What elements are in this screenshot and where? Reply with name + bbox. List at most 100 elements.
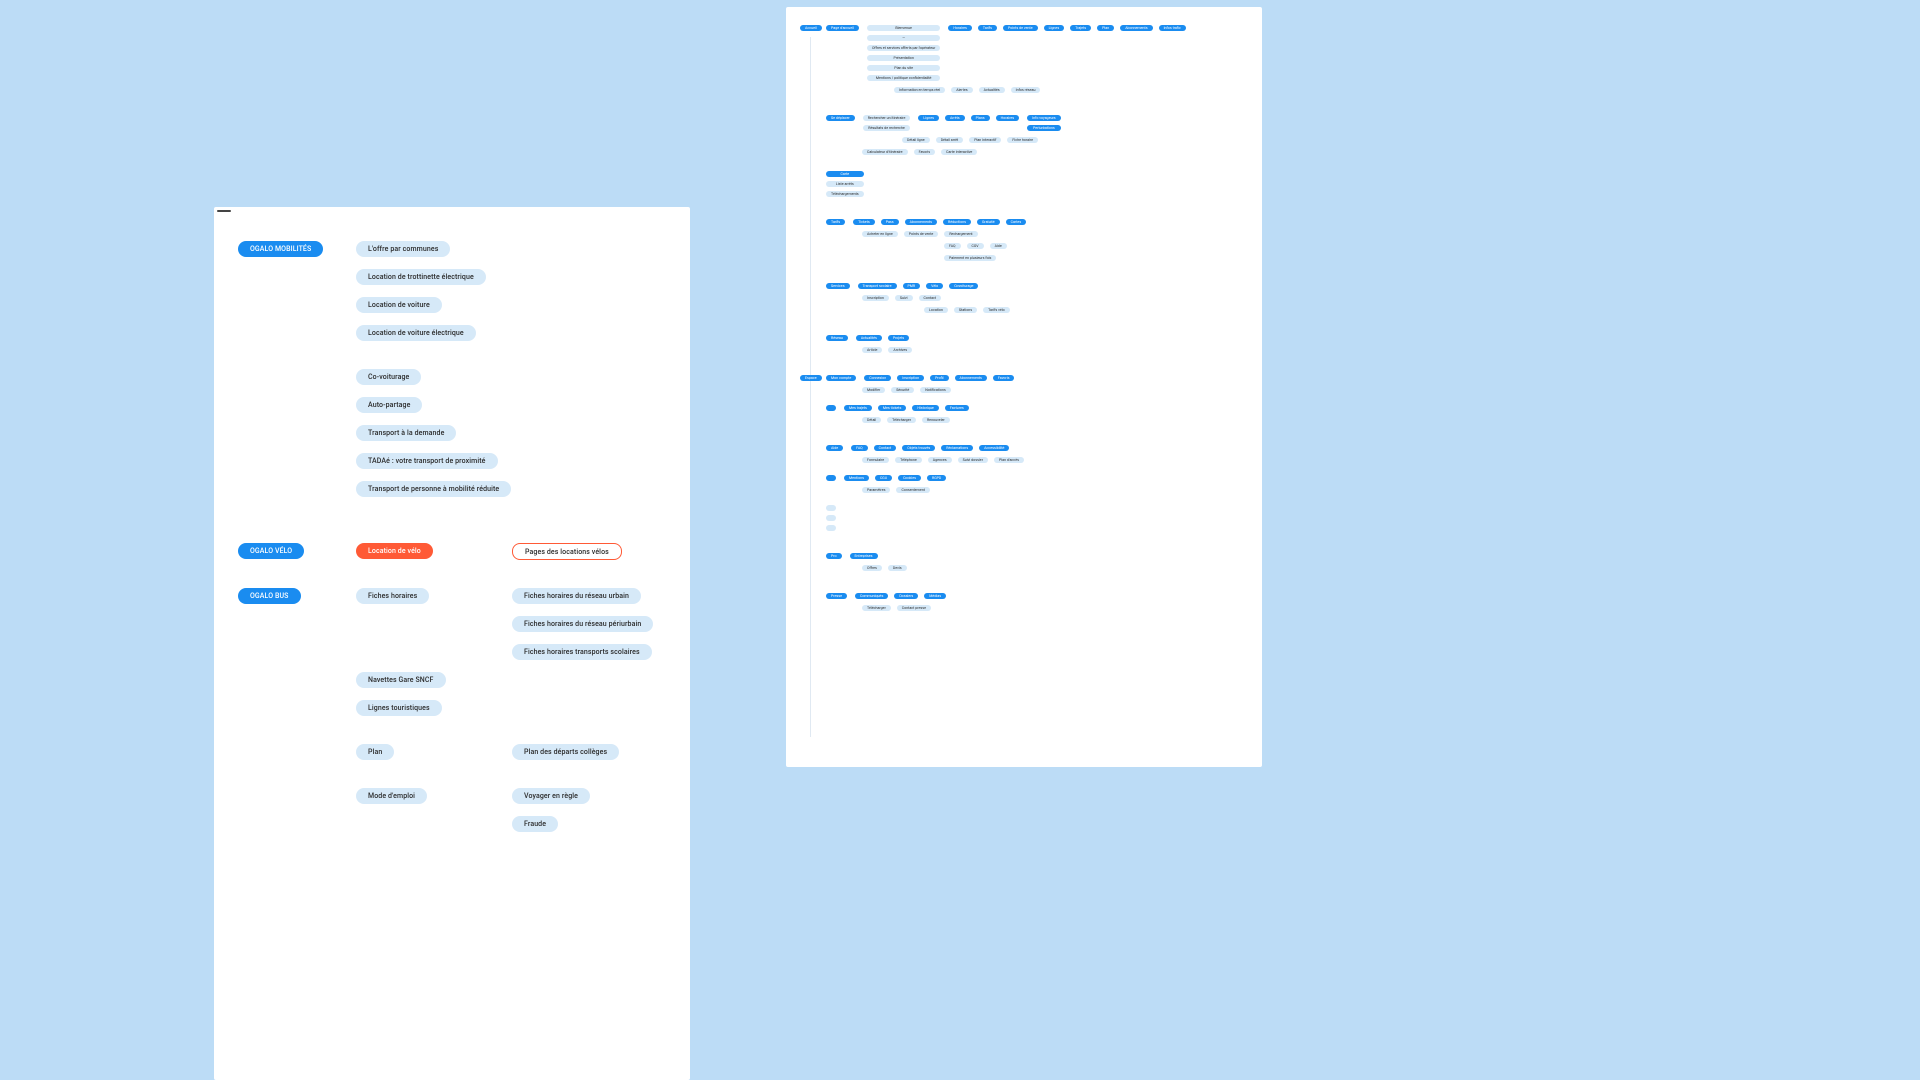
overview-node[interactable]: Services (826, 283, 850, 289)
overview-node[interactable]: Abonnements (905, 219, 937, 225)
node-fiches-periurbain[interactable]: Fiches horaires du réseau périurbain (512, 616, 653, 632)
overview-node[interactable]: Infos réseau (1011, 87, 1041, 93)
overview-node[interactable]: Tickets (853, 219, 875, 225)
overview-node[interactable]: Devis (888, 565, 907, 571)
overview-node[interactable]: Mon compte (826, 375, 856, 381)
overview-node[interactable]: CGU (875, 475, 892, 481)
overview-node[interactable]: Plans (971, 115, 990, 121)
node-velo[interactable]: OGALO VÉLO (238, 543, 304, 559)
overview-node[interactable]: Abonnements (955, 375, 987, 381)
overview-node[interactable]: Rechercher un itinéraire (863, 115, 911, 121)
overview-node[interactable]: Suivi (895, 295, 913, 301)
node-plan[interactable]: Plan (356, 744, 394, 760)
overview-node[interactable]: Points de vente (904, 231, 939, 237)
overview-node[interactable]: Objets trouvés (902, 445, 935, 451)
node-tad[interactable]: Transport à la demande (356, 425, 456, 441)
overview-node[interactable]: Offres (862, 565, 882, 571)
overview-node[interactable]: Résultats de recherche (863, 125, 911, 131)
overview-node[interactable]: Location (924, 307, 948, 313)
overview-node[interactable]: Tarifs vélo (983, 307, 1010, 313)
overview-node[interactable]: Contact presse (897, 605, 931, 611)
node-tadae[interactable]: TADAé : votre transport de proximité (356, 453, 498, 469)
overview-node[interactable]: Notifications (920, 387, 950, 393)
overview-node[interactable]: Lignes (918, 115, 939, 121)
overview-node[interactable]: RGPD (927, 475, 946, 481)
node-autopartage[interactable]: Auto-partage (356, 397, 422, 413)
overview-node[interactable]: Présentation (867, 55, 940, 61)
overview-node[interactable]: Alertes (951, 87, 972, 93)
node-location-voiture[interactable]: Location de voiture (356, 297, 442, 313)
overview-node[interactable]: Liste arrêts (826, 181, 864, 187)
overview-node[interactable]: Plan d'accès (994, 457, 1024, 463)
overview-node[interactable] (826, 525, 836, 531)
overview-node[interactable]: Horaires (996, 115, 1020, 121)
overview-node[interactable]: PMR (903, 283, 921, 289)
node-offre-communes[interactable]: L'offre par communes (356, 241, 450, 257)
node-bus[interactable]: OGALO BUS (238, 588, 301, 604)
overview-node[interactable]: Renouveler (922, 417, 950, 423)
overview-node[interactable]: — (867, 35, 940, 41)
node-pmr[interactable]: Transport de personne à mobilité réduite (356, 481, 511, 497)
overview-node[interactable]: Téléchargements (826, 191, 864, 197)
node-fiches-scolaires[interactable]: Fiches horaires transports scolaires (512, 644, 652, 660)
overview-node[interactable]: Lignes (1044, 25, 1065, 31)
overview-node[interactable]: Infos trafic (1159, 25, 1186, 31)
overview-node[interactable]: Inscription (897, 375, 924, 381)
overview-node[interactable]: Contact (919, 295, 942, 301)
overview-node[interactable]: Mes trajets (844, 405, 872, 411)
node-location-velo[interactable]: Location de vélo (356, 543, 433, 559)
overview-node[interactable]: Détail ligne (902, 137, 930, 143)
overview-node[interactable] (826, 475, 836, 481)
overview-node[interactable]: Stations (954, 307, 977, 313)
overview-node[interactable]: Tarifs (978, 25, 997, 31)
overview-node[interactable]: Cookies (898, 475, 921, 481)
overview-node[interactable]: Calculateur d'itinéraire (862, 149, 908, 155)
overview-node[interactable]: Plan (1097, 25, 1114, 31)
overview-node[interactable]: Modifier (862, 387, 885, 393)
overview-node[interactable]: Connexion (864, 375, 891, 381)
overview-node[interactable]: Arrêts (945, 115, 965, 121)
overview-node[interactable]: Téléphone (895, 457, 922, 463)
overview-node[interactable]: Mentions (844, 475, 869, 481)
overview-node[interactable]: Réseau (826, 335, 848, 341)
overview-node[interactable]: Médias (924, 593, 946, 599)
overview-node[interactable]: Carte interactive (941, 149, 977, 155)
overview-node[interactable]: Favoris (914, 149, 936, 155)
overview-node[interactable]: Abonnements (1120, 25, 1152, 31)
node-trottinette[interactable]: Location de trottinette électrique (356, 269, 486, 285)
overview-node[interactable]: Pro (826, 553, 842, 559)
overview-node[interactable]: Offres et services offerts par l'opérate… (867, 45, 940, 51)
overview-node[interactable]: Entreprises (850, 553, 878, 559)
overview-node[interactable]: Détail (862, 417, 881, 423)
overview-node[interactable]: Formulaire (862, 457, 889, 463)
overview-node[interactable]: Vélo (926, 283, 943, 289)
overview-node[interactable]: Agences (928, 457, 952, 463)
overview-node[interactable] (826, 405, 836, 411)
node-lignes-touristiques[interactable]: Lignes touristiques (356, 700, 442, 716)
overview-node[interactable]: Plan du site (867, 65, 940, 71)
overview-node[interactable]: FAQ (851, 445, 868, 451)
overview-node[interactable]: Horaires (948, 25, 972, 31)
overview-node[interactable]: Gratuité (977, 219, 1000, 225)
overview-node[interactable]: Perturbations (1027, 125, 1061, 131)
overview-node[interactable]: Sécurité (891, 387, 914, 393)
overview-node[interactable]: Paramètres (862, 487, 890, 493)
overview-node[interactable]: Presse (826, 593, 847, 599)
overview-node[interactable]: Information en temps réel (894, 87, 945, 93)
node-mode-emploi[interactable]: Mode d'emploi (356, 788, 427, 804)
overview-node[interactable]: Mentions / politique confidentialité (867, 75, 940, 81)
node-fiches[interactable]: Fiches horaires (356, 588, 429, 604)
overview-node[interactable]: Covoiturage (949, 283, 978, 289)
node-voyager-regle[interactable]: Voyager en règle (512, 788, 590, 804)
overview-node[interactable]: Communiqués (855, 593, 888, 599)
node-navettes[interactable]: Navettes Gare SNCF (356, 672, 446, 688)
overview-node[interactable]: Inscription (862, 295, 889, 301)
overview-node[interactable]: Pass (881, 219, 899, 225)
node-fraude[interactable]: Fraude (512, 816, 558, 832)
node-fiches-urbain[interactable]: Fiches horaires du réseau urbain (512, 588, 641, 604)
overview-node[interactable]: Aide (826, 445, 843, 451)
overview-node[interactable]: Réclamations (941, 445, 973, 451)
overview-node[interactable] (826, 515, 836, 521)
overview-node[interactable]: Acheter en ligne (862, 231, 898, 237)
overview-node[interactable]: Fiche horaire (1007, 137, 1038, 143)
